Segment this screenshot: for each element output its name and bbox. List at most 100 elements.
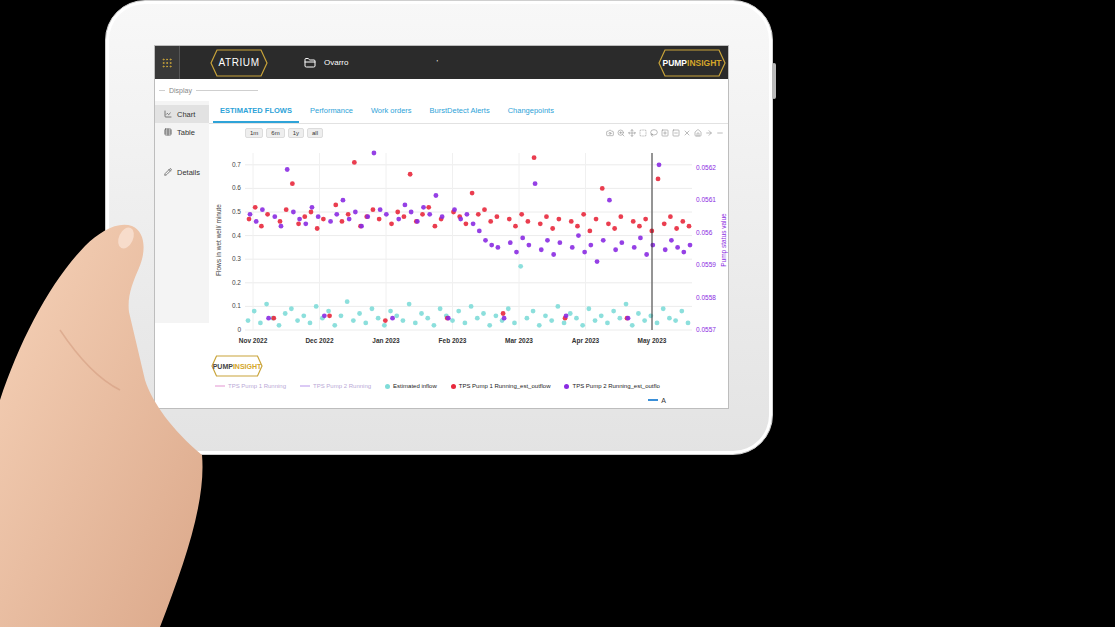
zoom-out-icon[interactable] — [672, 129, 680, 137]
data-point — [488, 219, 493, 224]
data-point — [421, 205, 426, 210]
data-point — [271, 316, 276, 321]
tablet: ATRIUMOvarro'PUMPINSIGHTDisplayChartTabl… — [105, 0, 773, 455]
data-point — [519, 212, 524, 217]
range-button[interactable]: 1m — [245, 128, 263, 138]
data-point — [314, 304, 319, 309]
data-point — [278, 219, 283, 224]
data-point — [550, 226, 555, 231]
legend-item[interactable]: TPS Pump 1 Running_est_outflow — [451, 383, 551, 389]
data-point — [334, 212, 339, 217]
data-point — [617, 316, 622, 321]
grid-icon[interactable] — [161, 57, 173, 69]
data-point — [657, 163, 662, 168]
tab[interactable]: BurstDetect Alerts — [423, 101, 497, 123]
sidebar-item[interactable]: Table — [155, 123, 209, 141]
zoom-icon[interactable] — [617, 129, 625, 137]
zoom-in-icon[interactable] — [661, 129, 669, 137]
x-tick: Nov 2022 — [239, 337, 268, 344]
data-point — [674, 226, 679, 231]
data-point — [601, 238, 606, 243]
legend: TPS Pump 1 Running TPS Pump 2 Running Esti… — [209, 380, 728, 392]
range-button[interactable]: all — [307, 128, 323, 138]
data-point — [537, 323, 542, 328]
data-point — [612, 226, 617, 231]
data-point — [569, 219, 574, 224]
tab[interactable]: Work orders — [364, 101, 419, 123]
data-point — [394, 314, 399, 319]
chart-toolbar: 1m6m 1yall — [209, 124, 728, 141]
data-point — [588, 243, 593, 248]
arrow-icon[interactable] — [705, 129, 713, 137]
autoscale-icon[interactable] — [683, 129, 691, 137]
legend-dot-icon — [385, 384, 390, 389]
lasso-icon[interactable] — [650, 129, 658, 137]
camera-icon[interactable] — [606, 129, 614, 137]
box-select-icon[interactable] — [639, 129, 647, 137]
data-point — [357, 311, 362, 316]
grid-line — [386, 153, 387, 330]
data-point — [309, 210, 314, 215]
data-point — [395, 210, 400, 215]
data-point — [636, 311, 641, 316]
flow-chart[interactable]: 00.10.20.30.40.50.60.7Flows in wet well/… — [212, 140, 729, 352]
data-point — [494, 215, 499, 220]
data-point — [632, 245, 637, 250]
home-icon[interactable] — [694, 129, 702, 137]
y2-tick: 0.0559 — [696, 262, 716, 269]
data-point — [376, 316, 381, 321]
data-point — [458, 217, 463, 222]
range-button[interactable]: 6m — [266, 128, 284, 138]
sidebar-item[interactable]: Details — [155, 163, 209, 181]
data-point — [433, 224, 438, 229]
data-point — [507, 217, 512, 222]
range-button[interactable]: 1y — [288, 128, 304, 138]
data-point — [351, 318, 356, 323]
data-point — [295, 318, 300, 323]
folder-icon[interactable] — [304, 57, 316, 69]
sidebar-item-icon — [164, 168, 172, 176]
data-point — [514, 250, 519, 255]
data-point — [358, 224, 363, 229]
legend-item[interactable]: Estimated inflow — [385, 383, 437, 389]
data-point — [502, 316, 507, 321]
pumpinsight-logo: PUMPINSIGHT — [658, 49, 726, 77]
data-point — [248, 212, 253, 217]
data-point — [384, 212, 389, 217]
grid-line — [253, 153, 254, 330]
data-point — [378, 208, 383, 213]
legend-dot-icon — [564, 384, 569, 389]
data-point — [669, 238, 674, 243]
tab[interactable]: Changepoints — [501, 101, 561, 123]
data-point — [630, 323, 635, 328]
data-point — [264, 302, 269, 307]
data-point — [303, 222, 308, 227]
data-point — [580, 323, 585, 328]
data-point — [661, 307, 666, 312]
grid-line — [452, 153, 453, 330]
legend-item[interactable]: TPS Pump 1 Running — [215, 383, 286, 389]
data-point — [396, 217, 401, 222]
menu-button[interactable] — [155, 46, 180, 79]
tab[interactable]: Performance — [303, 101, 360, 123]
legend-item[interactable]: TPS Pump 2 Running_est_outflo — [564, 383, 659, 389]
data-point — [551, 252, 556, 257]
extra-legend[interactable]: A — [209, 392, 728, 408]
y2-tick: 0.0562 — [696, 164, 716, 171]
data-point — [372, 151, 377, 156]
pan-icon[interactable] — [628, 129, 636, 137]
data-point — [259, 224, 264, 229]
workspace[interactable]: Ovarro — [304, 57, 348, 69]
data-point — [252, 309, 257, 314]
data-point — [600, 186, 605, 191]
sidebar-item[interactable]: Chart — [155, 105, 209, 123]
data-point — [643, 217, 648, 222]
data-point — [625, 316, 630, 321]
data-point — [420, 212, 425, 217]
brand-name: ATRIUM — [218, 57, 259, 68]
tab[interactable]: ESTIMATED FLOWS — [213, 101, 299, 123]
data-point — [315, 226, 320, 231]
legend-item[interactable]: TPS Pump 2 Running — [300, 383, 371, 389]
data-point — [539, 248, 544, 253]
line-icon[interactable] — [716, 129, 724, 137]
